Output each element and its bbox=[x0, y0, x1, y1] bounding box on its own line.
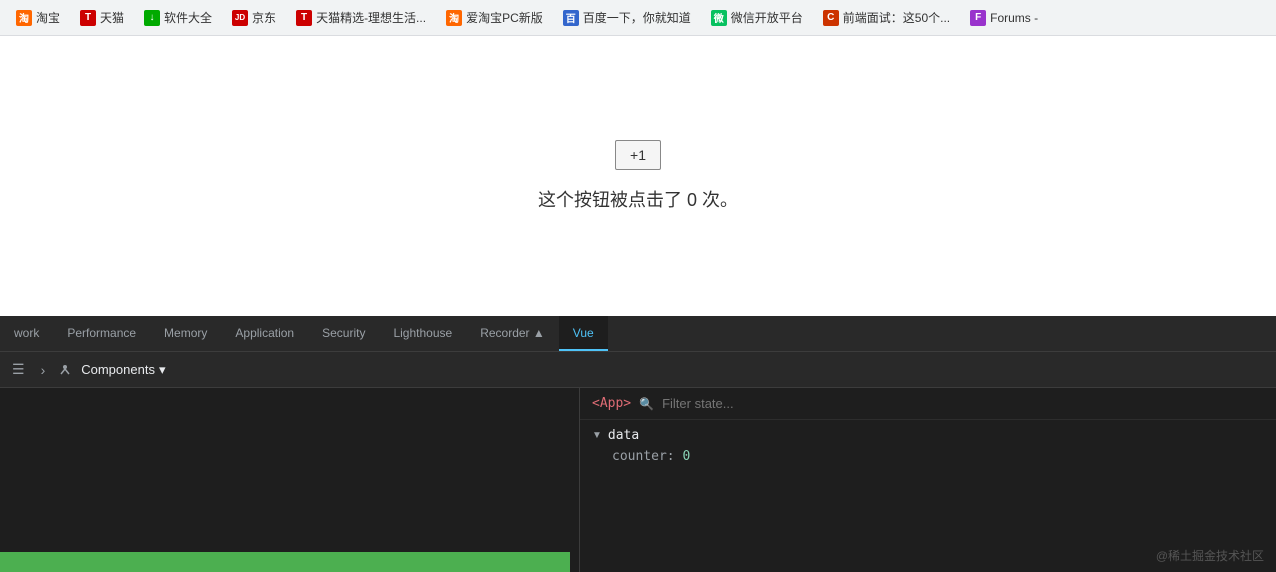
bookmark-label: 软件大全 bbox=[164, 9, 212, 26]
devtools-panel: work Performance Memory Application Secu… bbox=[0, 316, 1276, 572]
bookmark-label: 京东 bbox=[252, 9, 276, 26]
counter-text: 这个按钮被点击了 0 次。 bbox=[538, 186, 738, 212]
interview-icon: C bbox=[823, 10, 839, 26]
bookmark-software[interactable]: ↓ 软件大全 bbox=[136, 5, 220, 30]
left-progress-bar bbox=[0, 552, 570, 572]
dropdown-icon: ▾ bbox=[159, 362, 166, 378]
jd-icon: JD bbox=[232, 10, 248, 26]
menu-icon[interactable]: ☰ bbox=[8, 357, 29, 382]
components-dropdown[interactable]: Components ▾ bbox=[81, 362, 165, 378]
prop-name: counter: bbox=[612, 449, 682, 464]
baidu-icon: 百 bbox=[563, 10, 579, 26]
chevron-right-icon[interactable]: › bbox=[37, 358, 50, 382]
data-label: data bbox=[608, 428, 639, 443]
tianmao-icon: T bbox=[80, 10, 96, 26]
aitaobao-icon: 淘 bbox=[446, 10, 462, 26]
wechat-icon: 微 bbox=[711, 10, 727, 26]
bookmark-interview[interactable]: C 前端面试：这50个... bbox=[815, 5, 958, 30]
bookmark-wechat[interactable]: 微 微信开放平台 bbox=[703, 5, 811, 30]
main-content: +1 这个按钮被点击了 0 次。 bbox=[0, 36, 1276, 316]
bookmark-label: 天猫精选-理想生活... bbox=[316, 9, 426, 26]
bookmark-taobao[interactable]: 淘 淘宝 bbox=[8, 5, 68, 30]
app-tag[interactable]: <App> bbox=[592, 396, 631, 411]
bookmark-label: 前端面试：这50个... bbox=[843, 9, 950, 26]
bookmark-jd[interactable]: JD 京东 bbox=[224, 5, 284, 30]
filter-state-input[interactable] bbox=[662, 396, 1264, 411]
watermark: @稀土掘金技术社区 bbox=[1156, 547, 1264, 564]
tab-recorder[interactable]: Recorder ▲ bbox=[466, 316, 559, 351]
tab-performance[interactable]: Performance bbox=[53, 316, 150, 351]
counter-button[interactable]: +1 bbox=[615, 140, 661, 170]
bookmark-label: 微信开放平台 bbox=[731, 9, 803, 26]
bookmark-label: Forums - bbox=[990, 11, 1038, 25]
tab-lighthouse[interactable]: Lighthouse bbox=[379, 316, 466, 351]
devtools-toolbar: ☰ › Components ▾ bbox=[0, 352, 1276, 388]
bookmark-forums[interactable]: F Forums - bbox=[962, 6, 1046, 30]
devtools-tabs-bar: work Performance Memory Application Secu… bbox=[0, 316, 1276, 352]
devtools-right-panel: <App> 🔍 ▼ data counter: 0 @稀土掘金技术社区 bbox=[580, 388, 1276, 572]
bookmark-tianmao[interactable]: T 天猫 bbox=[72, 5, 132, 30]
components-label: Components bbox=[81, 362, 155, 377]
data-section: ▼ data counter: 0 bbox=[580, 420, 1276, 472]
tianmao2-icon: T bbox=[296, 10, 312, 26]
software-icon: ↓ bbox=[144, 10, 160, 26]
devtools-left-panel bbox=[0, 388, 580, 572]
counter-property: counter: 0 bbox=[592, 449, 1264, 464]
tab-vue[interactable]: Vue bbox=[559, 316, 608, 351]
devtools-panel-body: <App> 🔍 ▼ data counter: 0 @稀土掘金技术社区 bbox=[0, 388, 1276, 572]
bookmark-label: 淘宝 bbox=[36, 9, 60, 26]
data-header: ▼ data bbox=[592, 428, 1264, 443]
forums-icon: F bbox=[970, 10, 986, 26]
bookmark-aitaobao[interactable]: 淘 爱淘宝PC新版 bbox=[438, 5, 551, 30]
search-icon: 🔍 bbox=[639, 397, 654, 411]
bookmark-baidu[interactable]: 百 百度一下，你就知道 bbox=[555, 5, 699, 30]
bookmark-label: 爱淘宝PC新版 bbox=[466, 9, 543, 26]
app-tag-row: <App> 🔍 bbox=[580, 388, 1276, 420]
prop-value: 0 bbox=[682, 449, 690, 464]
vue-component-icon bbox=[57, 362, 73, 378]
tab-application[interactable]: Application bbox=[221, 316, 308, 351]
bookmarks-bar: 淘 淘宝 T 天猫 ↓ 软件大全 JD 京东 T 天猫精选-理想生活... 淘 … bbox=[0, 0, 1276, 36]
bookmark-tianmao2[interactable]: T 天猫精选-理想生活... bbox=[288, 5, 434, 30]
bookmark-label: 百度一下，你就知道 bbox=[583, 9, 691, 26]
bookmark-label: 天猫 bbox=[100, 9, 124, 26]
tab-network[interactable]: work bbox=[0, 316, 53, 351]
collapse-triangle-icon[interactable]: ▼ bbox=[592, 430, 602, 441]
tab-security[interactable]: Security bbox=[308, 316, 379, 351]
tab-memory[interactable]: Memory bbox=[150, 316, 221, 351]
taobao-icon: 淘 bbox=[16, 10, 32, 26]
